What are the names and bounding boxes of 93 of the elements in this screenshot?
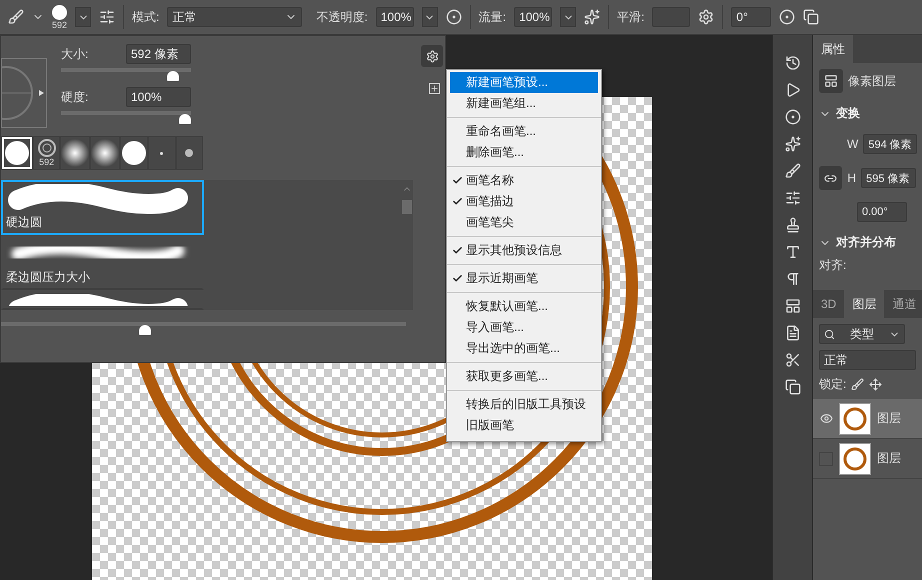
dot-brush-tip-icon <box>160 152 164 154</box>
layer-type-label: 像素图层 <box>848 72 896 90</box>
align-label: 对齐: <box>819 257 846 274</box>
check-icon <box>452 196 463 207</box>
opacity-label: 不透明度: <box>316 8 368 26</box>
menu-item[interactable]: 获取更多画笔... <box>450 366 598 387</box>
clone-stamp-icon[interactable] <box>784 217 800 233</box>
brush-tip[interactable] <box>176 137 202 169</box>
size-field[interactable]: 592 像素 <box>126 44 191 64</box>
stamp-brush-tip-icon <box>38 139 56 157</box>
brush-tip[interactable]: 592 <box>34 137 60 169</box>
notes-icon[interactable] <box>784 325 800 341</box>
brush-preset-item[interactable]: 柔边圆压力大小 <box>1 235 204 290</box>
menu-item[interactable]: 删除画笔... <box>450 142 598 163</box>
lock-position-icon[interactable] <box>869 378 882 391</box>
brush-tip[interactable] <box>91 137 120 169</box>
menu-item[interactable]: 显示其他预设信息 <box>450 240 598 261</box>
layer-row[interactable]: 图层 <box>813 399 922 439</box>
plus-icon <box>430 84 439 93</box>
menu-item[interactable]: 显示近期画笔 <box>450 268 598 289</box>
size-label: 大小: <box>61 46 88 62</box>
menu-item[interactable]: 导出选中的画笔... <box>450 338 598 359</box>
slider-thumb[interactable] <box>138 325 151 335</box>
brush-tip[interactable] <box>61 137 90 169</box>
menu-item[interactable]: 转换后的旧版工具预设 <box>450 394 598 415</box>
link-button[interactable] <box>819 166 842 190</box>
layer-thumbnail <box>839 442 871 474</box>
smoothing-field[interactable] <box>652 7 690 27</box>
check-icon <box>452 245 463 256</box>
lock-label: 锁定: <box>819 376 846 393</box>
layers-panel-tab[interactable]: 图层 <box>844 290 884 318</box>
hardness-label: 硬度: <box>61 88 88 106</box>
paragraph-icon[interactable] <box>784 271 800 287</box>
eye-icon <box>820 412 832 425</box>
small-brush-tip-icon <box>185 149 194 157</box>
menu-item[interactable]: 新建画笔预设... <box>450 72 598 93</box>
menu-item[interactable]: 恢复默认画笔... <box>450 296 598 317</box>
hardness-field[interactable]: 100% <box>126 87 191 107</box>
menu-item[interactable]: 重命名画笔... <box>450 121 598 142</box>
brush-tool-icon[interactable] <box>8 9 24 25</box>
mode-label: 模式: <box>132 8 160 26</box>
angle-field[interactable]: 0.00° <box>857 202 907 222</box>
brush-picker-dropdown[interactable] <box>75 7 92 27</box>
character-icon[interactable] <box>784 244 800 260</box>
width-field[interactable]: 594 像素 <box>863 134 917 154</box>
settings-icon[interactable] <box>698 9 714 25</box>
layer-name: 图层 <box>877 410 901 427</box>
scissors-icon[interactable] <box>784 352 800 368</box>
menu-item[interactable]: 画笔名称 <box>450 170 598 191</box>
brush-tip[interactable] <box>2 137 32 169</box>
brush-preset-item[interactable]: 硬边圆 <box>1 180 204 235</box>
slider-thumb[interactable] <box>179 114 191 124</box>
filter-select[interactable]: 类型 <box>819 324 905 344</box>
new-preset-icon[interactable] <box>429 83 440 94</box>
angle-field[interactable]: 0° <box>731 7 772 27</box>
visibility-toggle[interactable] <box>819 412 833 426</box>
check-icon <box>452 175 463 186</box>
layer-thumbnail <box>839 402 871 434</box>
play-icon[interactable] <box>784 82 800 98</box>
check-icon <box>452 273 463 284</box>
menu-item[interactable]: 画笔笔尖 <box>450 212 598 233</box>
menu-item[interactable]: 画笔描边 <box>450 191 598 212</box>
brush-size-label: 592 <box>39 157 54 167</box>
height-field[interactable]: 595 像素 <box>861 168 916 188</box>
flow-dropdown[interactable] <box>560 7 576 27</box>
menu-item[interactable]: 新建画笔组... <box>450 93 598 114</box>
hard-brush-tip-icon <box>121 140 148 166</box>
slider-thumb[interactable] <box>167 71 180 81</box>
menu-item[interactable]: 导入画笔... <box>450 317 598 338</box>
transform-heading: 变换 <box>836 105 860 122</box>
brush-tip[interactable] <box>121 137 148 169</box>
height-label: H <box>847 171 856 185</box>
soft-brush-tip-icon <box>61 139 90 167</box>
history-icon[interactable] <box>784 55 800 71</box>
search-icon <box>824 328 835 340</box>
mode-select[interactable]: 正常 <box>167 7 302 27</box>
blend-mode-select[interactable]: 正常 <box>819 350 916 370</box>
gear-icon <box>426 50 438 62</box>
lock-pixels-icon[interactable] <box>851 378 864 391</box>
hard-brush-tip-icon <box>4 140 30 166</box>
align-heading: 对齐并分布 <box>836 234 896 251</box>
layout-icon[interactable] <box>784 298 800 314</box>
flow-label: 流量: <box>478 8 506 26</box>
soft-brush-tip-icon <box>91 139 120 167</box>
properties-tab[interactable]: 属性 <box>813 35 853 63</box>
layer-name: 图层 <box>877 450 901 467</box>
width-label: W <box>847 137 858 151</box>
menu-item[interactable]: 旧版画笔 <box>450 415 598 436</box>
settings-button[interactable] <box>421 45 443 67</box>
opacity-field[interactable]: 100% <box>376 7 414 27</box>
flow-field[interactable]: 100% <box>514 7 552 27</box>
opacity-dropdown[interactable] <box>422 7 438 27</box>
smoothing-label: 平滑: <box>617 8 644 26</box>
